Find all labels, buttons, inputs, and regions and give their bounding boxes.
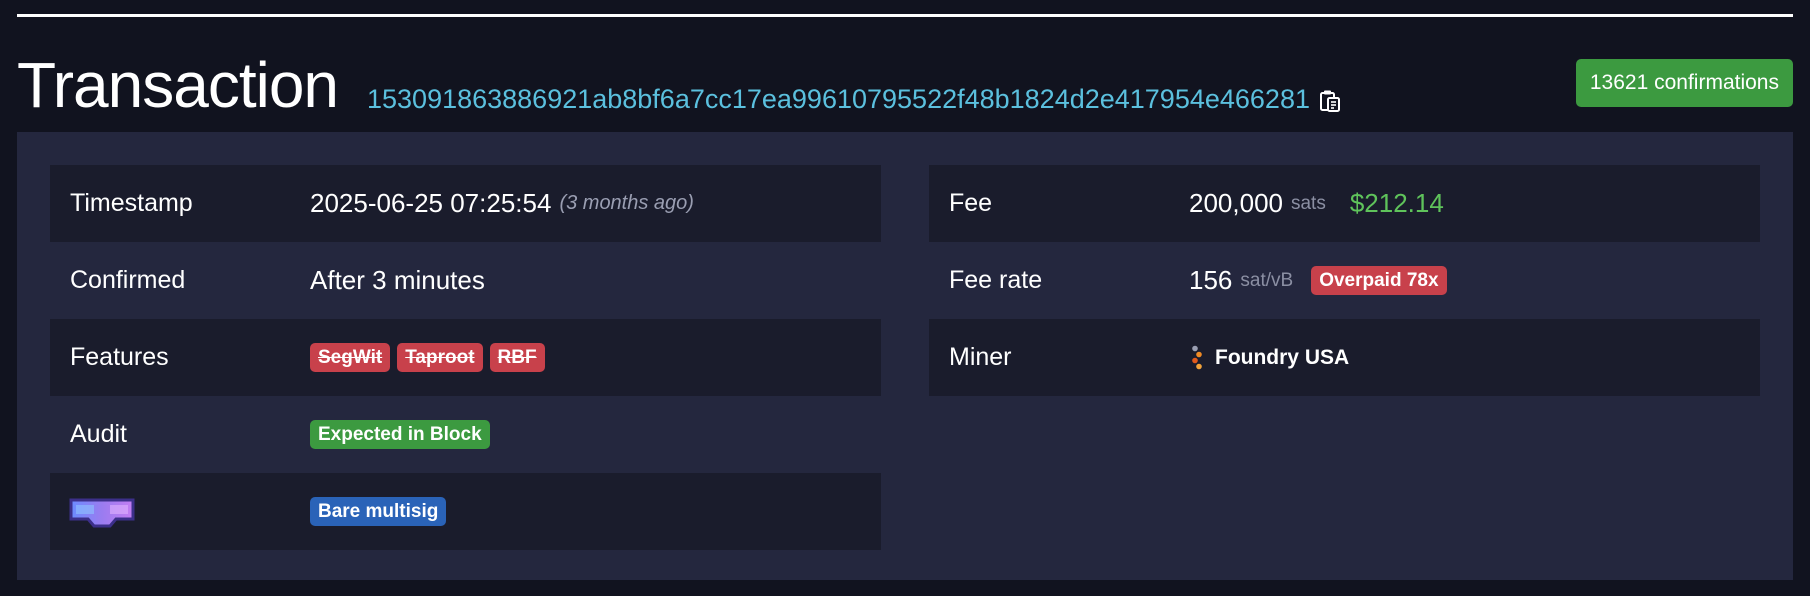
- fee-value: 200,000: [1189, 188, 1283, 218]
- details-right-column: Fee 200,000 sats $212.14 Fee rate 156 sa…: [929, 165, 1760, 396]
- miner-name: Foundry USA: [1215, 345, 1350, 369]
- flag-row: Bare multisig: [50, 473, 881, 550]
- audit-row: Audit Expected in Block: [50, 396, 881, 473]
- features-row: Features SegWit Taproot RBF: [50, 319, 881, 396]
- timestamp-value-group: 2025-06-25 07:25:54 (3 months ago): [310, 188, 694, 219]
- fee-rate-row: Fee rate 156 sat/vB Overpaid 78x: [929, 242, 1760, 319]
- feature-badge-taproot[interactable]: Taproot: [397, 343, 483, 372]
- fee-rate-label: Fee rate: [949, 266, 1043, 294]
- fee-fiat[interactable]: $212.14: [1350, 188, 1444, 219]
- miner-row: Miner Foundry USA: [929, 319, 1760, 396]
- clipboard-icon[interactable]: [1319, 89, 1341, 113]
- transaction-header: Transaction 153091863886921ab8bf6a7cc17e…: [17, 42, 1793, 122]
- timestamp-value: 2025-06-25 07:25:54: [310, 188, 552, 218]
- details-left-column: Timestamp 2025-06-25 07:25:54 (3 months …: [50, 165, 881, 550]
- miner-label: Miner: [949, 343, 1012, 371]
- page-title: Transaction: [17, 49, 339, 121]
- confirmed-row: Confirmed After 3 minutes: [50, 242, 881, 319]
- fee-unit: sats: [1290, 192, 1326, 214]
- txid-link[interactable]: 153091863886921ab8bf6a7cc17ea99610795522…: [367, 84, 1310, 115]
- fee-label: Fee: [949, 189, 993, 217]
- fee-rate-unit: sat/vB: [1240, 269, 1294, 291]
- overpaid-badge[interactable]: Overpaid 78x: [1311, 266, 1447, 295]
- timestamp-label: Timestamp: [70, 189, 193, 217]
- foundry-logo-icon: [1189, 345, 1205, 371]
- bare-multisig-badge[interactable]: Bare multisig: [310, 497, 447, 526]
- timestamp-relative: (3 months ago): [559, 192, 694, 214]
- feature-badge-rbf[interactable]: RBF: [489, 343, 545, 372]
- audit-label: Audit: [70, 420, 127, 448]
- audit-badge[interactable]: Expected in Block: [310, 420, 490, 449]
- miner-value[interactable]: Foundry USA: [1189, 345, 1349, 371]
- top-divider: [17, 14, 1793, 17]
- timestamp-row: Timestamp 2025-06-25 07:25:54 (3 months …: [50, 165, 881, 242]
- confirmations-badge: 13621 confirmations: [1575, 59, 1793, 107]
- glasses-icon[interactable]: [68, 497, 136, 529]
- feature-badge-segwit[interactable]: SegWit: [310, 343, 391, 372]
- flag-value: Bare multisig: [310, 497, 453, 526]
- audit-value: Expected in Block: [310, 420, 497, 449]
- features-label: Features: [70, 343, 169, 371]
- confirmed-value: After 3 minutes: [310, 265, 485, 295]
- transaction-details-panel: Timestamp 2025-06-25 07:25:54 (3 months …: [17, 132, 1793, 580]
- fee-value-group: 200,000 sats $212.14: [1189, 188, 1444, 219]
- fee-row: Fee 200,000 sats $212.14: [929, 165, 1760, 242]
- confirmed-label: Confirmed: [70, 266, 186, 294]
- fee-rate-value: 156: [1189, 265, 1233, 295]
- fee-rate-value-group: 156 sat/vB Overpaid 78x: [1189, 265, 1454, 296]
- features-badges: SegWit Taproot RBF: [310, 343, 552, 372]
